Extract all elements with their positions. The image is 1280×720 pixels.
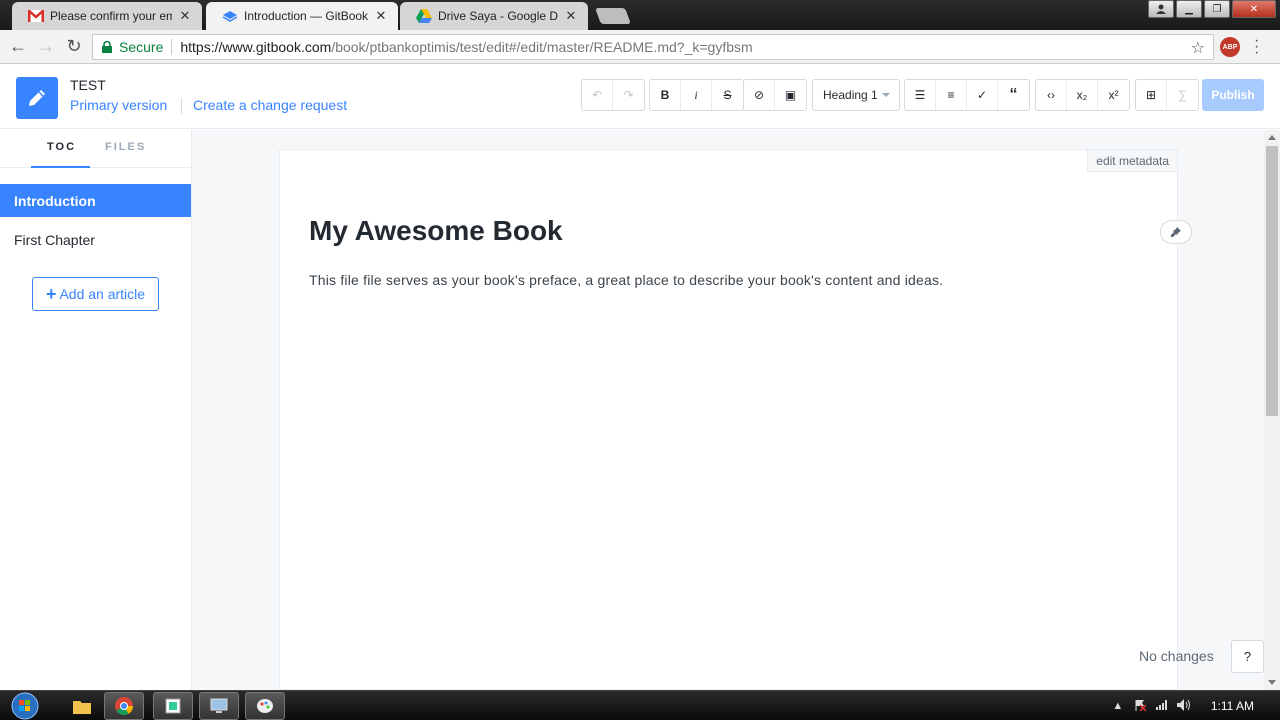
browser-menu-icon[interactable]: · · · [1254,33,1259,61]
reload-icon[interactable]: ↻ [60,33,88,61]
new-tab-button[interactable] [595,8,631,24]
scroll-down-icon[interactable] [1268,680,1276,685]
add-article-button[interactable]: + Add an article [32,277,159,311]
table-group: ⊞ ∑ [1135,79,1199,111]
math-button[interactable]: ∑ [1167,80,1198,110]
help-button[interactable]: ? [1231,640,1264,673]
bullet-list-button[interactable]: ☰ [905,80,936,110]
task-list-button[interactable]: ✓ [967,80,998,110]
redo-button[interactable]: ↷ [613,80,644,110]
browser-tab-gitbook[interactable]: Introduction — GitBook ✕ [206,2,398,30]
tab-close-icon[interactable]: ✕ [564,8,578,24]
user-icon[interactable] [1148,0,1174,18]
windows-taskbar: ▲ 1:11 AM [0,690,1280,720]
insert-group: ⊘ ▣ [743,79,807,111]
sidebar: TOC FILES Introduction First Chapter + A… [0,130,192,690]
vertical-scrollbar[interactable] [1264,130,1280,690]
divider [181,98,182,114]
minimize-icon[interactable]: ▁ [1176,0,1202,18]
plus-icon: + [45,284,57,304]
system-tray: ▲ 1:11 AM [1107,691,1280,720]
subscript-button[interactable]: x₂ [1067,80,1098,110]
browser-tab-drive[interactable]: Drive Saya - Google Driv ✕ [400,2,588,30]
create-change-request-link[interactable]: Create a change request [193,97,347,113]
chrome-icon[interactable] [104,692,144,720]
ordered-list-button[interactable]: ≡ [936,80,967,110]
tab-toc[interactable]: TOC [47,141,76,153]
gitbook-icon [222,9,238,23]
tab-files[interactable]: FILES [105,141,146,153]
italic-button[interactable]: i [681,80,712,110]
bold-button[interactable]: B [650,80,681,110]
editor-page[interactable]: edit metadata My Awesome Book This file … [279,149,1192,690]
forward-icon[interactable]: → [32,33,60,61]
show-hidden-icons-icon[interactable]: ▲ [1107,700,1129,712]
image-button[interactable]: ▣ [775,80,806,110]
browser-tab-gmail[interactable]: Please confirm your ema ✕ [12,2,202,30]
address-bar: ← → ↻ Secure https://www.gitbook.com/boo… [0,30,1280,64]
history-group: ↶ ↷ [581,79,645,111]
tab-close-icon[interactable]: ✕ [374,8,388,24]
book-name: TEST [70,77,106,93]
maximize-icon[interactable]: ❐ [1204,0,1230,18]
edit-metadata-button[interactable]: edit metadata [1087,150,1177,172]
code-button[interactable]: ‹› [1036,80,1067,110]
bookmark-star-icon[interactable]: ☆ [1191,38,1205,58]
window-close-icon[interactable]: ✕ [1232,0,1276,18]
url-host: https://www.gitbook.com [180,39,332,55]
page-title[interactable]: My Awesome Book [309,215,563,247]
publish-button[interactable]: Publish [1202,79,1264,111]
back-icon[interactable]: ← [4,33,32,61]
taskbar-clock[interactable]: 1:11 AM [1211,699,1254,713]
strikethrough-button[interactable]: S [712,80,743,110]
heading-select-value: Heading 1 [823,88,878,102]
url-path: /book/ptbankoptimis/test/edit#/edit/mast… [331,39,753,55]
table-button[interactable]: ⊞ [1136,80,1167,110]
scroll-thumb[interactable] [1266,146,1278,416]
tab-title: Introduction — GitBook [244,9,368,23]
pin-icon[interactable] [1160,220,1192,244]
heading-select[interactable]: Heading 1 [812,79,900,111]
page-body-text[interactable]: This file file serves as your book's pre… [309,272,943,288]
toc-item-label: First Chapter [14,231,95,248]
add-article-label: Add an article [59,286,146,302]
list-group: ☰ ≡ ✓ “ [904,79,1030,111]
link-button[interactable]: ⊘ [744,80,775,110]
toc-item-first-chapter[interactable]: First Chapter [0,223,191,256]
undo-button[interactable]: ↶ [582,80,613,110]
volume-icon[interactable] [1173,698,1195,714]
toc-item-label: Introduction [14,192,96,209]
action-center-flag-icon[interactable] [1129,699,1151,714]
google-drive-icon [416,9,432,23]
scroll-up-icon[interactable] [1268,135,1276,140]
network-signal-icon[interactable] [1151,699,1173,713]
remote-desktop-icon[interactable] [199,692,239,720]
omnibox[interactable]: Secure https://www.gitbook.com/book/ptba… [92,34,1214,60]
book-edit-icon[interactable] [16,77,58,119]
save-status: No changes [1139,648,1214,664]
superscript-button[interactable]: x² [1098,80,1129,110]
chevron-down-icon [881,93,890,97]
start-button[interactable] [6,691,44,720]
adblock-plus-icon[interactable]: ABP [1220,37,1240,57]
browser-tab-strip: Please confirm your ema ✕ Introduction —… [0,0,1280,30]
paint-icon[interactable] [245,692,285,720]
primary-version-link[interactable]: Primary version [70,97,167,113]
tab-close-icon[interactable]: ✕ [178,8,192,24]
sidebar-tabs: TOC FILES [0,130,191,168]
code-group: ‹› x₂ x² [1035,79,1130,111]
tab-title: Drive Saya - Google Driv [438,9,558,23]
lock-icon [102,41,112,53]
active-tab-indicator [31,166,90,168]
app-icon[interactable] [153,692,193,720]
format-group: B i S [649,79,744,111]
gmail-icon [28,9,44,23]
window-controls: ▁ ❐ ✕ [1148,0,1276,18]
file-explorer-icon[interactable] [62,692,102,720]
secure-label: Secure [119,39,173,55]
editor-header: TEST Primary version Create a change req… [0,65,1280,129]
toc-item-introduction[interactable]: Introduction [0,184,191,217]
tab-title: Please confirm your ema [50,9,172,23]
quote-button[interactable]: “ [998,80,1029,110]
